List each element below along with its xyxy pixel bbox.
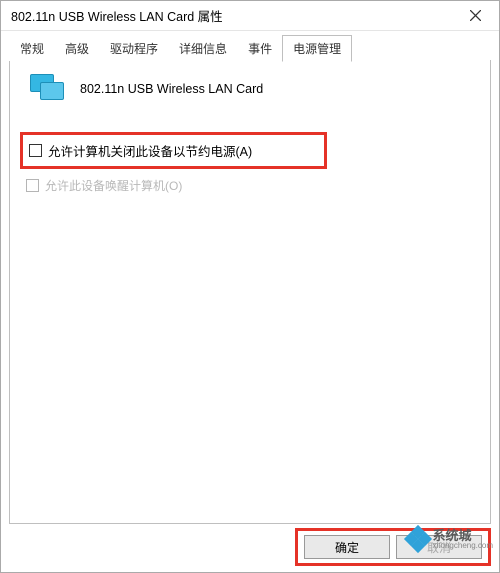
close-icon — [470, 10, 481, 21]
checkbox-allow-wake-label: 允许此设备唤醒计算机(O) — [45, 177, 182, 194]
tab-details[interactable]: 详细信息 — [168, 35, 238, 61]
device-name: 802.11n USB Wireless LAN Card — [80, 82, 263, 96]
network-adapter-icon — [30, 74, 66, 104]
highlight-buttons: 确定 取消 — [295, 528, 491, 566]
checkbox-icon — [26, 179, 39, 192]
checkbox-allow-wake: 允许此设备唤醒计算机(O) — [24, 177, 476, 194]
checkbox-icon — [29, 144, 42, 157]
tab-driver[interactable]: 驱动程序 — [99, 35, 169, 61]
tab-general[interactable]: 常规 — [9, 35, 55, 61]
properties-dialog: 802.11n USB Wireless LAN Card 属性 常规 高级 驱… — [0, 0, 500, 573]
highlight-allow-off: 允许计算机关闭此设备以节约电源(A) — [20, 132, 327, 169]
tab-advanced[interactable]: 高级 — [54, 35, 100, 61]
window-title: 802.11n USB Wireless LAN Card 属性 — [11, 6, 223, 25]
tab-events[interactable]: 事件 — [237, 35, 283, 61]
checkbox-allow-off-label: 允许计算机关闭此设备以节约电源(A) — [48, 141, 252, 160]
tab-content: 802.11n USB Wireless LAN Card 允许计算机关闭此设备… — [9, 60, 491, 524]
tab-strip: 常规 高级 驱动程序 详细信息 事件 电源管理 — [1, 31, 499, 61]
ok-button[interactable]: 确定 — [304, 535, 390, 559]
tab-power-management[interactable]: 电源管理 — [282, 35, 352, 62]
close-button[interactable] — [455, 2, 495, 30]
checkbox-allow-off[interactable]: 允许计算机关闭此设备以节约电源(A) — [29, 141, 252, 160]
device-header: 802.11n USB Wireless LAN Card — [24, 74, 476, 104]
titlebar: 802.11n USB Wireless LAN Card 属性 — [1, 1, 499, 31]
cancel-button[interactable]: 取消 — [396, 535, 482, 559]
dialog-footer: 确定 取消 — [9, 530, 491, 564]
